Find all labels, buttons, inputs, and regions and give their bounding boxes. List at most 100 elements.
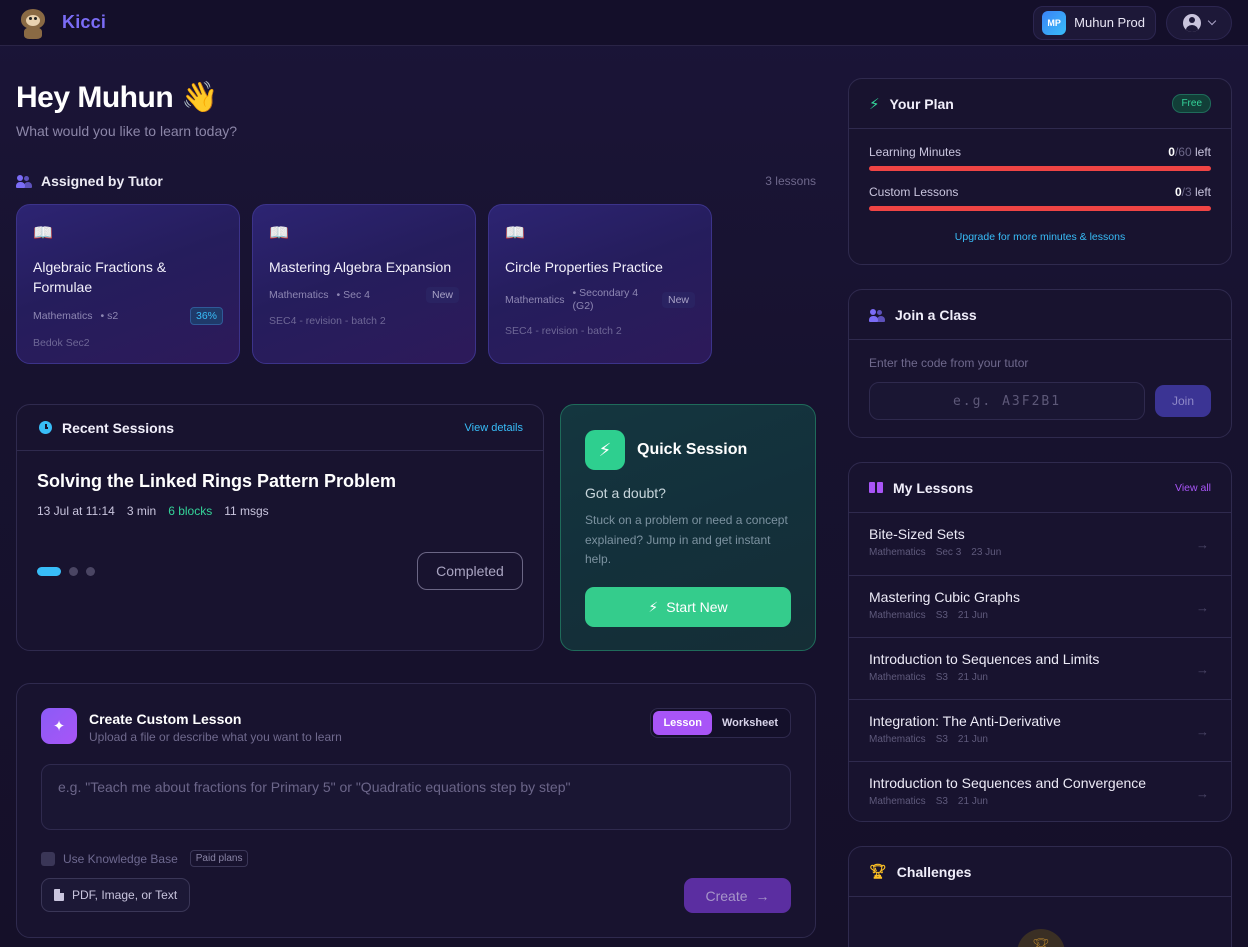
toggle-lesson[interactable]: Lesson: [653, 711, 712, 735]
assigned-card[interactable]: 📖 Mastering Algebra Expansion Mathematic…: [252, 204, 476, 364]
assigned-card[interactable]: 📖 Circle Properties Practice Mathematics…: [488, 204, 712, 364]
minutes-total: /60: [1174, 145, 1192, 159]
session-title[interactable]: Solving the Linked Rings Pattern Problem: [37, 471, 543, 492]
user-icon: [1183, 13, 1201, 32]
assigned-card-title: Algebraic Fractions & Formulae: [33, 259, 167, 295]
lesson-date: 21 Jun: [957, 672, 988, 683]
page-title: Hey Muhun 👋: [16, 81, 218, 114]
challenges-title: Challenges: [896, 863, 972, 880]
mode-toggle: Lesson Worksheet: [650, 708, 791, 738]
lesson-subject: Mathematics: [869, 547, 926, 558]
plan-title: Your Plan: [889, 95, 954, 112]
sparkles-icon: ✦: [41, 708, 77, 744]
greeting: Hey Muhun 👋 What would you like to learn…: [16, 80, 237, 139]
lesson-subject: Mathematics: [869, 796, 926, 807]
lesson-title: Bite-Sized Sets: [869, 526, 965, 542]
trophy-icon: 🏆︎: [869, 863, 887, 879]
bolt-icon: ⚡︎: [869, 95, 880, 113]
list-item[interactable]: Bite-Sized Sets Mathematics Sec 3 23 Jun →: [849, 513, 1231, 575]
challenges-card: 🏆︎ Challenges 🏆︎: [848, 846, 1232, 947]
brand[interactable]: Kicci: [18, 6, 106, 40]
book-icon: [869, 482, 883, 493]
level-label: • Sec 4: [336, 289, 370, 301]
people-icon: [869, 308, 885, 322]
arrow-right-icon: →: [755, 887, 770, 904]
my-lessons-card: My Lessons View all Bite-Sized Sets Math…: [848, 462, 1232, 822]
completed-button[interactable]: Completed: [417, 552, 523, 590]
lesson-date: 23 Jun: [971, 547, 1002, 558]
arrow-right-icon: →: [1196, 724, 1209, 739]
custom-title: Create Custom Lesson: [89, 711, 242, 727]
lesson-level: S3: [935, 734, 948, 745]
chevron-down-icon: [1207, 16, 1217, 26]
view-details-link[interactable]: View details: [465, 422, 524, 434]
new-badge: New: [661, 292, 695, 308]
join-button[interactable]: Join: [1155, 385, 1211, 417]
lesson-level: S3: [935, 672, 948, 683]
minutes-label: Learning Minutes: [869, 145, 962, 159]
quick-title: Quick Session: [637, 441, 748, 458]
lesson-title: Introduction to Sequences and Limits: [869, 651, 1100, 667]
book-icon: 📖: [269, 225, 289, 242]
org-switcher[interactable]: MP Muhun Prod: [1033, 5, 1156, 40]
level-label: • Secondary 4 (G2): [572, 287, 639, 312]
org-name: Muhun Prod: [1074, 15, 1145, 30]
upgrade-link[interactable]: Upgrade for more minutes & lessons: [849, 231, 1231, 243]
session-date: 13 Jul at 11:14: [37, 504, 115, 518]
assigned-card[interactable]: 📖 Algebraic Fractions & Formulae Mathema…: [16, 204, 240, 364]
lesson-subject: Mathematics: [869, 672, 926, 683]
assigned-card-title: Mastering Algebra Expansion: [269, 259, 452, 275]
assigned-title: Assigned by Tutor: [41, 173, 163, 189]
upload-file-button[interactable]: PDF, Image, or Text: [41, 878, 191, 912]
list-item[interactable]: Mastering Cubic Graphs Mathematics S3 21 J…: [849, 575, 1231, 637]
list-item[interactable]: Integration: The Anti-Derivative Mathema…: [849, 699, 1231, 761]
lesson-list: Bite-Sized Sets Mathematics Sec 3 23 Jun →…: [849, 513, 1231, 823]
minutes-used: 0: [1168, 145, 1175, 159]
list-item[interactable]: Introduction to Sequences and Convergenc…: [849, 761, 1231, 823]
arrow-right-icon: →: [1196, 786, 1209, 801]
minutes-bar: [869, 166, 1211, 171]
carousel-dots: [37, 567, 95, 576]
lesson-prompt-input[interactable]: e.g. "Teach me about fractions for Prima…: [41, 764, 791, 830]
custom-lessons-row: Custom Lessons 0/3 left: [849, 185, 1231, 211]
lesson-title: Integration: The Anti-Derivative: [869, 713, 1061, 729]
assigned-count: 3 lessons: [765, 174, 816, 188]
join-title: Join a Class: [895, 306, 977, 323]
learning-minutes-row: Learning Minutes 0/60 left: [849, 145, 1231, 171]
session-blocks: 6 blocks: [168, 504, 213, 518]
view-all-link[interactable]: View all: [1175, 482, 1211, 494]
trophy-icon: 🏆︎: [1017, 929, 1065, 947]
lesson-subject: Mathematics: [869, 610, 926, 621]
assigned-section-header: Assigned by Tutor 3 lessons: [16, 173, 816, 189]
join-hint: Enter the code from your tutor: [869, 356, 1029, 370]
session-msgs: 11 msgs: [224, 504, 269, 518]
plan-badge: Free: [1172, 94, 1211, 113]
book-icon: 📖: [505, 225, 525, 242]
lessons-label: Custom Lessons: [869, 185, 959, 199]
quick-question: Got a doubt?: [585, 485, 666, 501]
carousel-dot[interactable]: [69, 567, 78, 576]
lessons-bar: [869, 206, 1211, 211]
toggle-worksheet[interactable]: Worksheet: [712, 711, 788, 735]
start-new-label: Start New: [666, 599, 728, 615]
create-button[interactable]: Create →: [684, 878, 791, 913]
subject-label: Mathematics: [505, 294, 565, 306]
class-group-label: SEC4 - revision - batch 2: [269, 315, 386, 327]
list-item[interactable]: Introduction to Sequences and Limits Mat…: [849, 637, 1231, 699]
arrow-right-icon: →: [1196, 662, 1209, 677]
bolt-icon: ⚡︎: [585, 430, 625, 470]
class-code-input[interactable]: e.g. A3F2B1: [869, 382, 1145, 420]
quick-session-card: ⚡︎ Quick Session Got a doubt? Stuck on a…: [560, 404, 816, 651]
bolt-icon: ⚡︎: [648, 598, 659, 615]
carousel-dot[interactable]: [86, 567, 95, 576]
custom-subtitle: Upload a file or describe what you want …: [89, 730, 342, 744]
start-new-button[interactable]: ⚡︎ Start New: [585, 587, 791, 627]
user-menu-button[interactable]: [1166, 5, 1232, 40]
your-plan-card: ⚡︎ Your Plan Free Learning Minutes 0/60 …: [848, 78, 1232, 265]
lessons-total: /3: [1181, 185, 1192, 199]
lesson-level: S3: [935, 610, 948, 621]
lesson-date: 21 Jun: [957, 796, 988, 807]
create-custom-lesson-card: ✦ Create Custom Lesson Upload a file or …: [16, 683, 816, 938]
knowledge-base-checkbox[interactable]: [41, 851, 55, 866]
carousel-dot-active[interactable]: [37, 567, 61, 576]
